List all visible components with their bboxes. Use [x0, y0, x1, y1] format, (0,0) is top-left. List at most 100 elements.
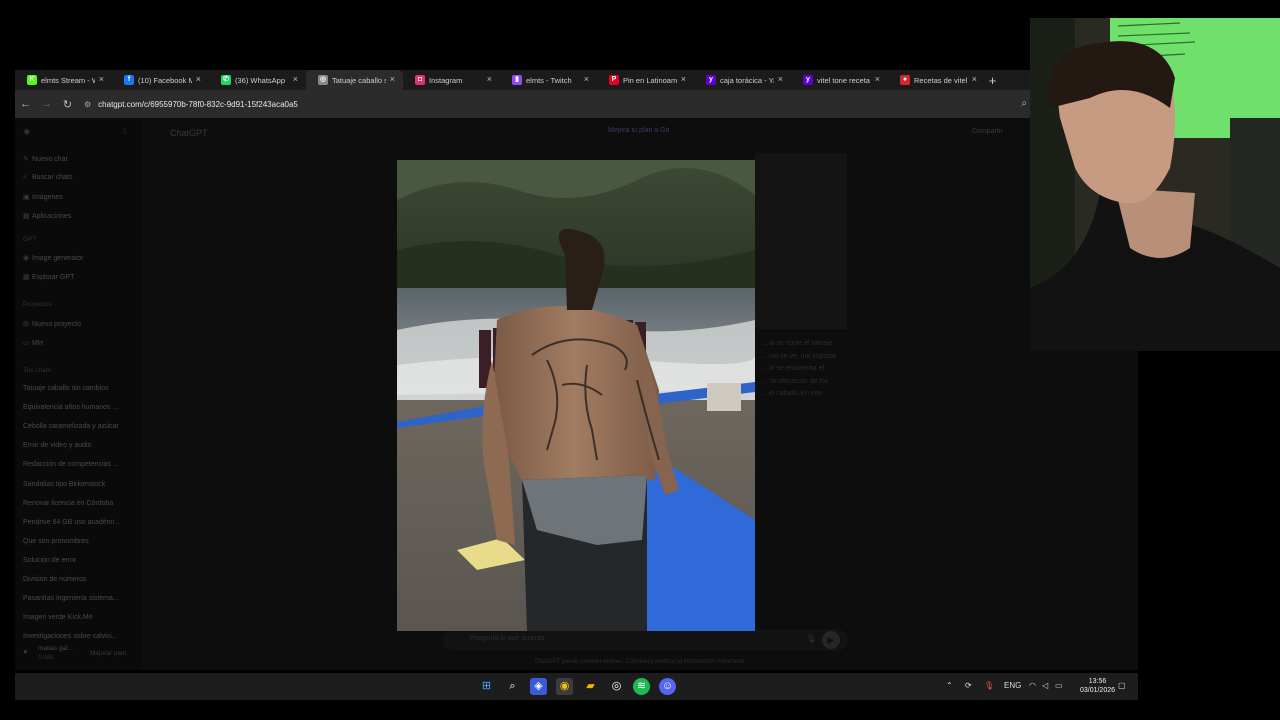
user-name[interactable]: matias gal... [38, 645, 73, 652]
url-text: chatgpt.com/c/6955970b-78f0-832c-9d91-15… [98, 99, 298, 109]
chat-history-item[interactable]: Imagen verde Kick.Me [23, 614, 93, 621]
sidebar-item[interactable]: ◉ Image generator [23, 254, 83, 262]
close-tab-icon[interactable]: × [99, 74, 104, 84]
browser-tab[interactable]: f (10) Facebook Ma × [112, 70, 209, 90]
tab-label: Tatuaje caballo si [332, 75, 386, 85]
folder-icon: ▭ [23, 340, 30, 347]
browser-tab[interactable]: P Pin en Latinoamé × [597, 70, 694, 90]
sync-icon[interactable]: ⟳ [965, 681, 972, 690]
microphone-icon[interactable]: 🎙 [984, 681, 994, 690]
site-info-icon[interactable]: ⚙ [84, 100, 91, 109]
browser-tab[interactable]: y caja torácica - Yah × [694, 70, 791, 90]
sidebar-item-label: MH [32, 340, 43, 347]
whatsapp-icon: ✆ [221, 75, 231, 85]
sidebar-item-label: Image generator [32, 255, 84, 262]
chatgpt-logo-icon[interactable]: ✺ [23, 127, 31, 138]
notifications-icon[interactable]: ▢ [1118, 681, 1126, 690]
facebook-icon: f [124, 75, 134, 85]
zoom-icon[interactable]: ⌕ [1021, 98, 1027, 109]
chat-history-item[interactable]: Redacción de competencias ... [23, 461, 119, 468]
tab-label: Pin en Latinoamé [623, 75, 677, 85]
tab-label: elmts Stream - Wi [41, 75, 95, 85]
wifi-icon[interactable]: ◠ [1029, 681, 1036, 690]
windows-start-icon[interactable]: ⊞ [478, 678, 495, 695]
sidebar-item[interactable]: ▦ Aplicaciones [23, 212, 71, 220]
apps-icon: ▦ [23, 213, 30, 220]
file-explorer-icon[interactable]: ▰ [582, 678, 599, 695]
chat-history-item[interactable]: División de números [23, 576, 86, 583]
sidebar-item[interactable]: ▣ Imágenes [23, 193, 63, 201]
kick-icon: K [27, 75, 37, 85]
close-tab-icon[interactable]: × [875, 74, 880, 84]
chat-history-item[interactable]: Investigaciones sobre calvici... [23, 633, 118, 640]
close-tab-icon[interactable]: × [487, 74, 492, 84]
browser-tab[interactable]: ◎ Tatuaje caballo si × [306, 70, 403, 90]
upgrade-pill-button[interactable]: Mejora tu plan a Go [608, 127, 669, 134]
model-selector[interactable]: ChatGPT [170, 128, 208, 138]
chat-history-item[interactable]: Error de video y audio [23, 442, 91, 449]
sidebar-item[interactable]: ⌕ Buscar chats [23, 174, 72, 182]
webcam-overlay [1030, 18, 1280, 351]
browser-tab[interactable]: Kelmts Stream - Wi × [15, 70, 112, 90]
expanded-image-preview[interactable] [397, 160, 755, 631]
close-tab-icon[interactable]: × [390, 74, 395, 84]
browser-tab[interactable]: ✆ (36) WhatsApp × [209, 70, 306, 90]
close-tab-icon[interactable]: × [972, 74, 977, 84]
chat-history-item[interactable]: Sandalias tipo Birkenstock [23, 481, 105, 488]
chrome-icon[interactable]: ◉ [556, 678, 573, 695]
sidebar-item-label: Buscar chats [32, 174, 73, 181]
new-tab-button[interactable]: + [985, 73, 1000, 88]
chat-history-item[interactable]: Que son pronombres [23, 538, 89, 545]
tab-label: Instagram [429, 75, 463, 85]
chatgpt-sidebar: ✺ ▯ ✎ Nuevo chat ⌕ Buscar chats ▣ Imágenes ▦ Ap… [15, 118, 142, 670]
uploaded-image-thumbnail[interactable] [755, 153, 847, 329]
sidebar-item[interactable]: ⊞ Nuevo proyecto [23, 320, 81, 328]
upgrade-plan-button[interactable]: Mejorar plan [90, 650, 126, 657]
message-text-line: ...ai se copie el tatuaje [763, 340, 833, 347]
clock[interactable]: 13:56 03/01/2026 [1075, 677, 1120, 695]
browser-tab[interactable]: y vitel tone receta × [791, 70, 888, 90]
avatar[interactable]: ● [23, 647, 28, 656]
share-button[interactable]: Compartir [972, 128, 1003, 135]
close-tab-icon[interactable]: × [293, 74, 298, 84]
browser-tab[interactable]: ● Recetas de vitel tc × [888, 70, 985, 90]
tab-label: (36) WhatsApp [235, 75, 286, 85]
back-button[interactable]: ← [15, 98, 36, 110]
discord-icon[interactable]: ☺ [659, 678, 676, 695]
browser-toolbar: ← → ↻ ⚙ chatgpt.com/c/6955970b-78f0-832c… [15, 90, 1030, 118]
chats-section-heading: Tus chats [23, 367, 51, 374]
chat-history-item[interactable]: Pasantías ingeniería sistema... [23, 595, 119, 602]
recorder-icon[interactable]: ◎ [608, 678, 625, 695]
browser-tab[interactable]: ▮ elmts - Twitch × [500, 70, 597, 90]
tray-overflow-icon[interactable]: ⌃ [946, 681, 953, 690]
sidebar-item[interactable]: ▭ MH [23, 339, 43, 347]
chat-history-item[interactable]: Pendrive 64 GB uso académi... [23, 519, 120, 526]
browser-tab[interactable]: ◘ Instagram × [403, 70, 500, 90]
copilot-icon[interactable]: ◈ [530, 678, 547, 695]
reload-button[interactable]: ↻ [57, 98, 78, 111]
composer-input[interactable]: Pregunta lo que quieras [470, 635, 544, 642]
sidebar-item[interactable]: ▦ Explorar GPT [23, 273, 74, 281]
chat-history-item[interactable]: Tatuaje caballo sin cambios [23, 385, 109, 392]
spotify-icon[interactable]: ≋ [633, 678, 650, 695]
microphone-icon[interactable]: 🎙 [806, 634, 816, 643]
search-icon[interactable]: ⌕ [504, 678, 521, 695]
sidebar-toggle-icon[interactable]: ▯ [123, 127, 127, 135]
address-bar[interactable]: ⚙ chatgpt.com/c/6955970b-78f0-832c-9d91-… [84, 94, 298, 114]
browser-tab-strip: Kelmts Stream - Wi × f (10) Facebook Ma × ✆ (3… [15, 70, 1030, 90]
volume-icon[interactable]: ◁ [1042, 681, 1048, 690]
sidebar-item-label: Nuevo proyecto [32, 321, 82, 328]
language-indicator[interactable]: ENG [1004, 681, 1021, 690]
forward-button[interactable]: → [36, 98, 57, 110]
chat-history-item[interactable]: Equivalencia años humanos ... [23, 404, 118, 411]
close-tab-icon[interactable]: × [196, 74, 201, 84]
chat-history-item[interactable]: Solución de error [23, 557, 76, 564]
battery-icon[interactable]: ▭ [1055, 681, 1063, 690]
voice-mode-button[interactable]: ▶ [822, 631, 840, 649]
chat-history-item[interactable]: Renovar licencia en Córdoba [23, 500, 113, 507]
chat-history-item[interactable]: Cebolla caramelizada y azúcar [23, 423, 119, 430]
close-tab-icon[interactable]: × [681, 74, 686, 84]
close-tab-icon[interactable]: × [778, 74, 783, 84]
sidebar-item[interactable]: ✎ Nuevo chat [23, 155, 67, 163]
close-tab-icon[interactable]: × [584, 74, 589, 84]
